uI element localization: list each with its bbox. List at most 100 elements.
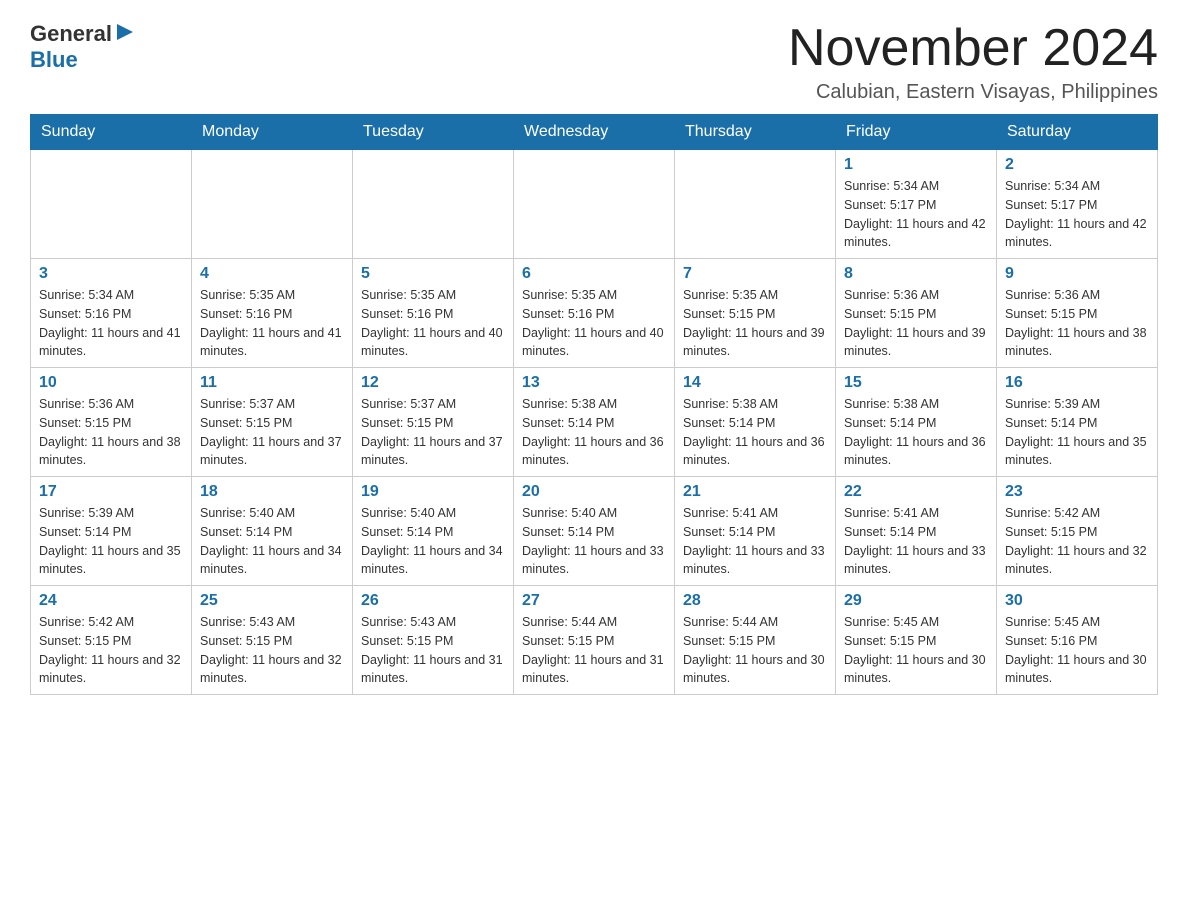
calendar-cell: 19 Sunrise: 5:40 AM Sunset: 5:14 PM Dayli…	[353, 477, 514, 586]
day-info: Sunrise: 5:34 AM Sunset: 5:17 PM Dayligh…	[1005, 177, 1149, 252]
logo-general-text: General	[30, 21, 112, 47]
day-info: Sunrise: 5:34 AM Sunset: 5:16 PM Dayligh…	[39, 286, 183, 361]
calendar-cell: 25 Sunrise: 5:43 AM Sunset: 5:15 PM Dayli…	[192, 586, 353, 695]
calendar-cell: 8 Sunrise: 5:36 AM Sunset: 5:15 PM Daylig…	[836, 259, 997, 368]
calendar-cell: 14Sunrise: 5:38 AM Sunset: 5:14 PM Dayli…	[675, 368, 836, 477]
day-number: 7	[683, 265, 827, 283]
calendar-cell: 7Sunrise: 5:35 AM Sunset: 5:15 PM Daylig…	[675, 259, 836, 368]
calendar-cell: 21Sunrise: 5:41 AM Sunset: 5:14 PM Dayli…	[675, 477, 836, 586]
logo-icon	[115, 22, 135, 42]
day-number: 29	[844, 592, 988, 610]
day-number: 24	[39, 592, 183, 610]
day-info: Sunrise: 5:42 AM Sunset: 5:15 PM Dayligh…	[39, 613, 183, 688]
calendar-cell: 18Sunrise: 5:40 AM Sunset: 5:14 PM Dayli…	[192, 477, 353, 586]
calendar-cell: 12Sunrise: 5:37 AM Sunset: 5:15 PM Dayli…	[353, 368, 514, 477]
day-number: 28	[683, 592, 827, 610]
calendar-cell: 13Sunrise: 5:38 AM Sunset: 5:14 PM Dayli…	[514, 368, 675, 477]
day-number: 6	[522, 265, 666, 283]
day-info: Sunrise: 5:44 AM Sunset: 5:15 PM Dayligh…	[683, 613, 827, 688]
calendar-cell	[192, 150, 353, 259]
day-header-sunday: Sunday	[31, 115, 192, 150]
calendar-cell: 2 Sunrise: 5:34 AM Sunset: 5:17 PM Daylig…	[997, 150, 1158, 259]
day-info: Sunrise: 5:38 AM Sunset: 5:14 PM Dayligh…	[844, 395, 988, 470]
day-number: 5	[361, 265, 505, 283]
day-info: Sunrise: 5:45 AM Sunset: 5:16 PM Dayligh…	[1005, 613, 1149, 688]
calendar-week-row: 1 Sunrise: 5:34 AM Sunset: 5:17 PM Daylig…	[31, 150, 1158, 259]
page-header: General Blue November 2024 Calubian, Eas…	[30, 20, 1158, 104]
day-header-monday: Monday	[192, 115, 353, 150]
calendar-cell: 20 Sunrise: 5:40 AM Sunset: 5:14 PM Dayli…	[514, 477, 675, 586]
day-number: 25	[200, 592, 344, 610]
calendar-cell	[514, 150, 675, 259]
day-number: 19	[361, 483, 505, 501]
day-info: Sunrise: 5:41 AM Sunset: 5:14 PM Dayligh…	[683, 504, 827, 579]
day-number: 1	[844, 156, 988, 174]
day-info: Sunrise: 5:38 AM Sunset: 5:14 PM Dayligh…	[683, 395, 827, 470]
calendar-cell: 29 Sunrise: 5:45 AM Sunset: 5:15 PM Dayli…	[836, 586, 997, 695]
calendar-week-row: 3 Sunrise: 5:34 AM Sunset: 5:16 PM Daylig…	[31, 259, 1158, 368]
day-number: 20	[522, 483, 666, 501]
day-info: Sunrise: 5:38 AM Sunset: 5:14 PM Dayligh…	[522, 395, 666, 470]
day-info: Sunrise: 5:35 AM Sunset: 5:16 PM Dayligh…	[200, 286, 344, 361]
day-number: 2	[1005, 156, 1149, 174]
calendar-cell	[31, 150, 192, 259]
day-info: Sunrise: 5:35 AM Sunset: 5:16 PM Dayligh…	[361, 286, 505, 361]
calendar-table: SundayMondayTuesdayWednesdayThursdayFrid…	[30, 114, 1158, 695]
calendar-subtitle: Calubian, Eastern Visayas, Philippines	[788, 81, 1158, 104]
day-info: Sunrise: 5:45 AM Sunset: 5:15 PM Dayligh…	[844, 613, 988, 688]
calendar-cell: 5 Sunrise: 5:35 AM Sunset: 5:16 PM Daylig…	[353, 259, 514, 368]
calendar-cell: 15 Sunrise: 5:38 AM Sunset: 5:14 PM Dayli…	[836, 368, 997, 477]
calendar-cell: 10 Sunrise: 5:36 AM Sunset: 5:15 PM Dayli…	[31, 368, 192, 477]
day-header-tuesday: Tuesday	[353, 115, 514, 150]
day-header-row: SundayMondayTuesdayWednesdayThursdayFrid…	[31, 115, 1158, 150]
day-info: Sunrise: 5:36 AM Sunset: 5:15 PM Dayligh…	[1005, 286, 1149, 361]
calendar-week-row: 24 Sunrise: 5:42 AM Sunset: 5:15 PM Dayli…	[31, 586, 1158, 695]
calendar-cell: 17 Sunrise: 5:39 AM Sunset: 5:14 PM Dayli…	[31, 477, 192, 586]
day-number: 17	[39, 483, 183, 501]
day-number: 23	[1005, 483, 1149, 501]
day-number: 10	[39, 374, 183, 392]
day-number: 30	[1005, 592, 1149, 610]
day-number: 3	[39, 265, 183, 283]
day-header-thursday: Thursday	[675, 115, 836, 150]
calendar-cell: 23Sunrise: 5:42 AM Sunset: 5:15 PM Dayli…	[997, 477, 1158, 586]
day-info: Sunrise: 5:39 AM Sunset: 5:14 PM Dayligh…	[1005, 395, 1149, 470]
day-number: 11	[200, 374, 344, 392]
day-number: 26	[361, 592, 505, 610]
title-block: November 2024 Calubian, Eastern Visayas,…	[788, 20, 1158, 104]
calendar-week-row: 17 Sunrise: 5:39 AM Sunset: 5:14 PM Dayli…	[31, 477, 1158, 586]
calendar-cell	[353, 150, 514, 259]
day-number: 22	[844, 483, 988, 501]
calendar-cell: 1 Sunrise: 5:34 AM Sunset: 5:17 PM Daylig…	[836, 150, 997, 259]
day-info: Sunrise: 5:44 AM Sunset: 5:15 PM Dayligh…	[522, 613, 666, 688]
day-info: Sunrise: 5:36 AM Sunset: 5:15 PM Dayligh…	[844, 286, 988, 361]
calendar-cell: 27Sunrise: 5:44 AM Sunset: 5:15 PM Dayli…	[514, 586, 675, 695]
day-info: Sunrise: 5:40 AM Sunset: 5:14 PM Dayligh…	[361, 504, 505, 579]
day-info: Sunrise: 5:39 AM Sunset: 5:14 PM Dayligh…	[39, 504, 183, 579]
day-number: 9	[1005, 265, 1149, 283]
day-info: Sunrise: 5:41 AM Sunset: 5:14 PM Dayligh…	[844, 504, 988, 579]
day-info: Sunrise: 5:36 AM Sunset: 5:15 PM Dayligh…	[39, 395, 183, 470]
day-number: 18	[200, 483, 344, 501]
day-number: 16	[1005, 374, 1149, 392]
calendar-title: November 2024	[788, 20, 1158, 77]
calendar-cell: 3 Sunrise: 5:34 AM Sunset: 5:16 PM Daylig…	[31, 259, 192, 368]
day-info: Sunrise: 5:43 AM Sunset: 5:15 PM Dayligh…	[361, 613, 505, 688]
day-number: 15	[844, 374, 988, 392]
calendar-cell: 22 Sunrise: 5:41 AM Sunset: 5:14 PM Dayli…	[836, 477, 997, 586]
day-info: Sunrise: 5:37 AM Sunset: 5:15 PM Dayligh…	[200, 395, 344, 470]
day-info: Sunrise: 5:34 AM Sunset: 5:17 PM Dayligh…	[844, 177, 988, 252]
calendar-cell: 28 Sunrise: 5:44 AM Sunset: 5:15 PM Dayli…	[675, 586, 836, 695]
calendar-cell: 24 Sunrise: 5:42 AM Sunset: 5:15 PM Dayli…	[31, 586, 192, 695]
day-number: 4	[200, 265, 344, 283]
day-info: Sunrise: 5:43 AM Sunset: 5:15 PM Dayligh…	[200, 613, 344, 688]
calendar-cell: 30 Sunrise: 5:45 AM Sunset: 5:16 PM Dayli…	[997, 586, 1158, 695]
calendar-cell: 16 Sunrise: 5:39 AM Sunset: 5:14 PM Dayli…	[997, 368, 1158, 477]
day-header-wednesday: Wednesday	[514, 115, 675, 150]
calendar-cell: 9 Sunrise: 5:36 AM Sunset: 5:15 PM Daylig…	[997, 259, 1158, 368]
day-number: 12	[361, 374, 505, 392]
calendar-cell: 6Sunrise: 5:35 AM Sunset: 5:16 PM Daylig…	[514, 259, 675, 368]
day-info: Sunrise: 5:40 AM Sunset: 5:14 PM Dayligh…	[522, 504, 666, 579]
day-number: 8	[844, 265, 988, 283]
day-header-saturday: Saturday	[997, 115, 1158, 150]
